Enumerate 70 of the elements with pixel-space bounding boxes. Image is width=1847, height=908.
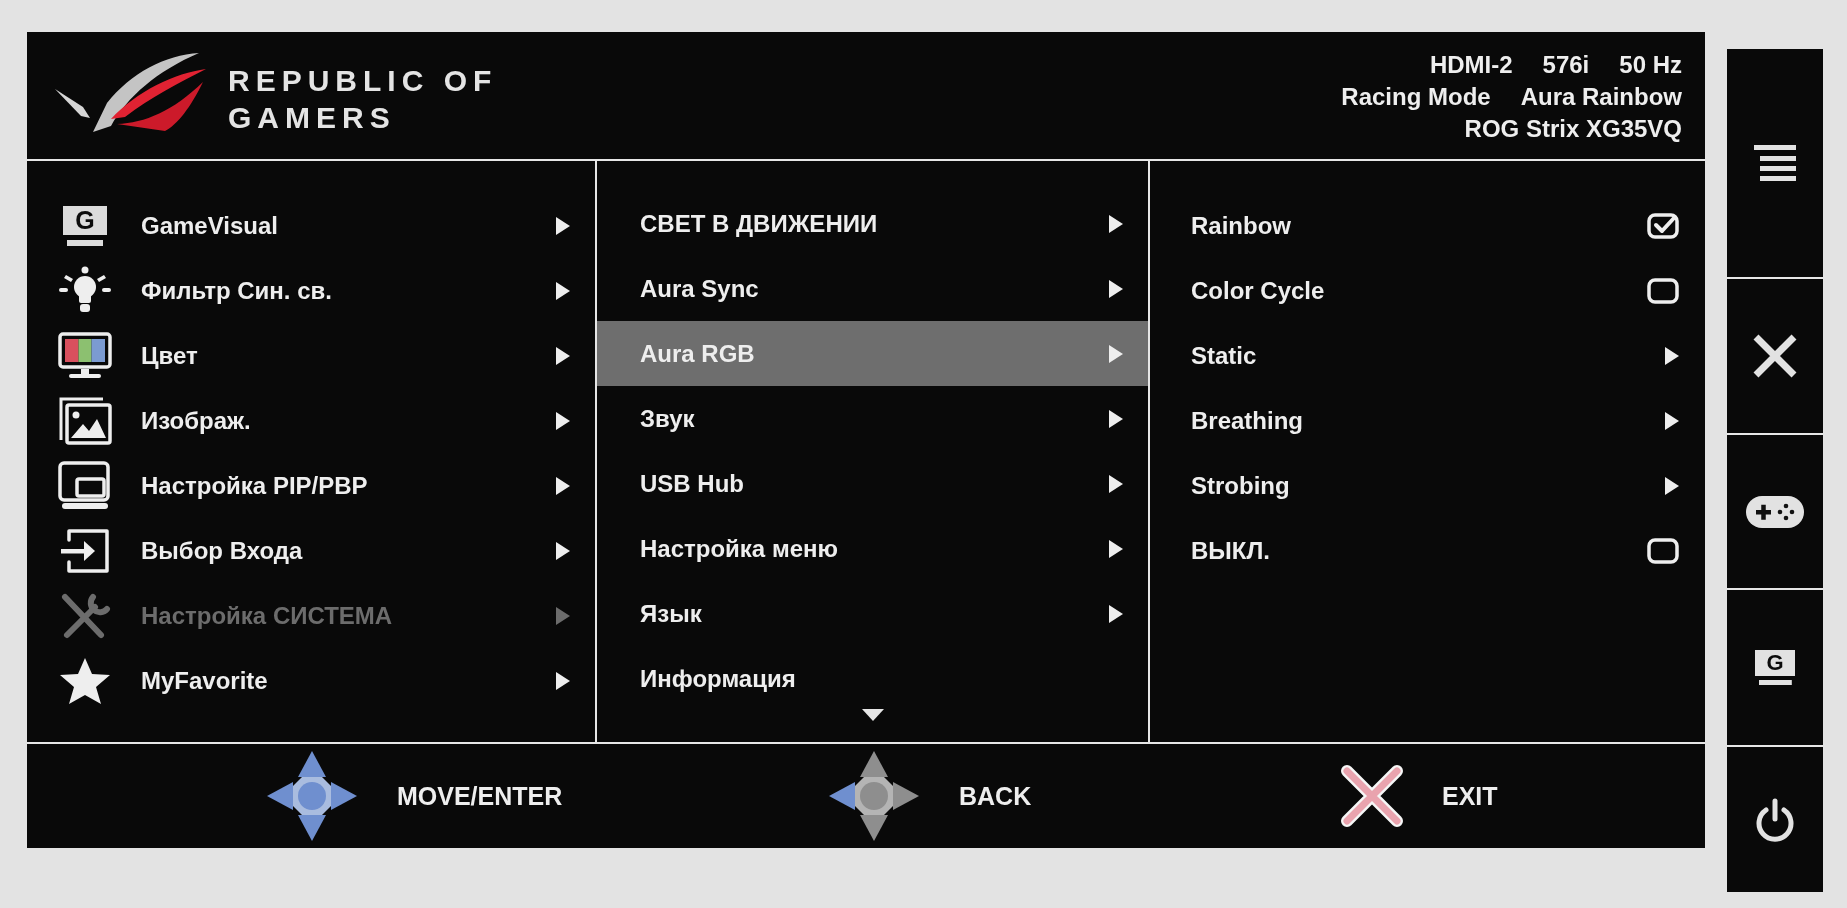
menu-icon	[1754, 143, 1796, 183]
g-logo: G	[1755, 650, 1795, 685]
gamevisual-button[interactable]: G	[1727, 590, 1823, 747]
right-arrow-icon	[556, 606, 570, 625]
menu-item[interactable]: Настройка PIP/PBP	[27, 453, 595, 518]
right-arrow-icon	[1109, 409, 1123, 428]
right-arrow-icon	[1109, 604, 1123, 623]
right-arrow-icon	[556, 541, 570, 560]
resolution: 576i	[1542, 50, 1590, 80]
right-arrow-icon	[556, 411, 570, 430]
menu-item[interactable]: USB Hub	[597, 451, 1148, 516]
menu-item[interactable]: Язык	[597, 581, 1148, 646]
right-arrow-icon	[1109, 474, 1123, 493]
right-arrow-icon	[556, 281, 570, 300]
hint-label: EXIT	[1442, 781, 1498, 811]
menu-item[interactable]: Aura RGB	[597, 321, 1148, 386]
checkbox[interactable]	[1647, 277, 1679, 304]
checkbox[interactable]	[1647, 212, 1679, 239]
menu-item[interactable]: Breathing	[1150, 388, 1705, 453]
menu-item[interactable]: Aura Sync	[597, 256, 1148, 321]
menu-item[interactable]: Изображ.	[27, 388, 595, 453]
right-arrow-icon	[1109, 344, 1123, 363]
menu-item[interactable]: ВЫКЛ.	[1150, 518, 1705, 583]
right-arrow-icon	[1665, 411, 1679, 430]
model-name: ROG Strix XG35VQ	[1464, 114, 1682, 144]
dpad-icon	[827, 749, 921, 843]
refresh-rate: 50 Hz	[1619, 50, 1682, 80]
menu-item[interactable]: Настройка меню	[597, 516, 1148, 581]
right-arrow-icon	[556, 346, 570, 365]
close-button[interactable]	[1727, 279, 1823, 435]
picture-icon	[57, 395, 113, 446]
picture-mode: Racing Mode	[1341, 82, 1491, 112]
menu-item[interactable]: MyFavorite	[27, 648, 595, 713]
close-icon	[1340, 764, 1404, 828]
pip-monitor-icon	[57, 460, 113, 511]
menu-item[interactable]: Выбор Входа	[27, 518, 595, 583]
menu-item[interactable]: Звук	[597, 386, 1148, 451]
menu-item[interactable]: G GameVisual	[27, 193, 595, 258]
lighting-mode: Aura Rainbow	[1520, 82, 1682, 112]
gamepad-button[interactable]	[1727, 435, 1823, 590]
dpad-icon	[265, 749, 359, 843]
menu-button[interactable]	[1727, 49, 1823, 279]
power-button[interactable]	[1727, 747, 1823, 892]
right-arrow-icon	[1665, 476, 1679, 495]
hint-label: MOVE/ENTER	[397, 781, 563, 811]
right-arrow-icon	[1109, 214, 1123, 233]
g-logo: G	[63, 205, 107, 246]
menu-item[interactable]: Rainbow	[1150, 193, 1705, 258]
right-arrow-icon	[1109, 279, 1123, 298]
right-arrow-icon	[1109, 539, 1123, 558]
checkbox[interactable]	[1647, 537, 1679, 564]
right-arrow-icon	[556, 671, 570, 690]
hint-label: BACK	[959, 781, 1032, 811]
menu-item[interactable]: Цвет	[27, 323, 595, 388]
menu-item[interactable]: Static	[1150, 323, 1705, 388]
menu-item[interactable]: Информация	[597, 646, 1148, 711]
power-icon	[1754, 797, 1796, 842]
input-source: HDMI-2	[1429, 50, 1513, 80]
menu-item[interactable]: Настройка СИСТЕМА	[27, 583, 595, 648]
menu-item[interactable]: Color Cycle	[1150, 258, 1705, 323]
rgb-monitor-icon	[57, 330, 113, 381]
logo-text: REPUBLIC OF GAMERS	[228, 62, 499, 136]
right-arrow-icon	[556, 216, 570, 235]
right-arrow-icon	[556, 476, 570, 495]
menu-item[interactable]: Strobing	[1150, 453, 1705, 518]
gamepad-icon	[1746, 495, 1804, 528]
close-icon	[1752, 333, 1798, 379]
menu-item[interactable]: Фильтр Син. св.	[27, 258, 595, 323]
menu-item[interactable]: СВЕТ В ДВИЖЕНИИ	[597, 191, 1148, 256]
right-arrow-icon	[1665, 346, 1679, 365]
